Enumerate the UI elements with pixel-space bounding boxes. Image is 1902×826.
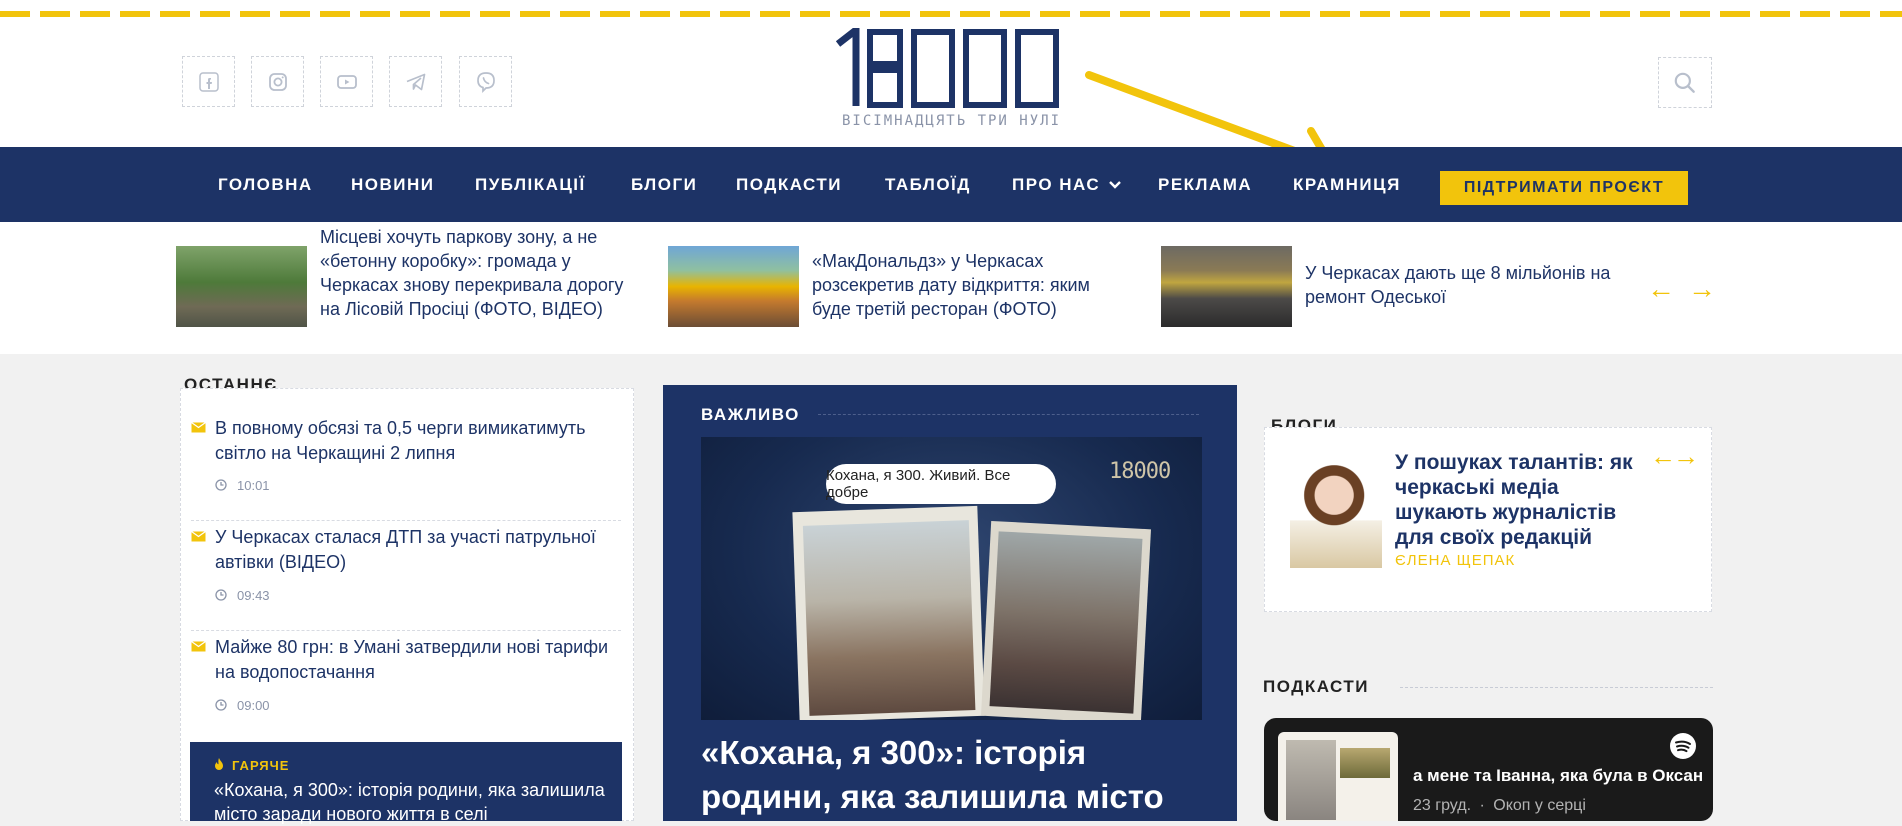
podcasts-heading: ПОДКАСТИ: [1263, 677, 1370, 696]
latest-item-title[interactable]: В повному обсязі та 0,5 черги вимикатиму…: [215, 416, 633, 466]
hot-news-card[interactable]: ГАРЯЧЕ «Кохана, я 300»: історія родини, …: [190, 742, 622, 824]
podcast-show: Окоп у серці: [1493, 797, 1586, 814]
facebook-icon[interactable]: [182, 56, 235, 107]
blog-nav-arrows-icon[interactable]: ←→: [1650, 441, 1699, 472]
podcast-player[interactable]: а мене та Іванна, яка була в Оксан 23 гр…: [1264, 718, 1713, 821]
clock-icon: [215, 699, 227, 711]
spotify-icon[interactable]: [1669, 732, 1697, 760]
flame-icon: [215, 758, 223, 770]
latest-item-time: 09:43: [237, 588, 270, 603]
ticker-image[interactable]: [1161, 246, 1292, 327]
photo-frame: [981, 520, 1151, 720]
nav-item-publications[interactable]: ПУБЛІКАЦІЇ: [475, 175, 586, 195]
author-avatar: [1290, 461, 1382, 568]
nav-item-tabloid[interactable]: ТАБЛОЇД: [885, 175, 971, 195]
ticker-item-title[interactable]: У Черкасах дають ще 8 мільйонів на ремон…: [1305, 261, 1645, 309]
blog-title[interactable]: У пошуках талантів: як черкаські медіа ш…: [1395, 450, 1640, 550]
clock-icon: [215, 589, 227, 601]
ticker-image[interactable]: [176, 246, 307, 327]
divider: [818, 414, 1199, 415]
featured-article-card[interactable]: ВАЖЛИВО Кохана, я 300. Живий. Все добре …: [663, 385, 1237, 821]
support-project-button[interactable]: ПІДТРИМАТИ ПРОЄКТ: [1440, 171, 1688, 205]
podcast-meta: 23 груд. · Окоп у серці: [1413, 797, 1586, 815]
image-speech-bubble: Кохана, я 300. Живий. Все добре: [826, 464, 1056, 504]
nav-item-shop[interactable]: КРАМНИЦЯ: [1293, 175, 1401, 195]
nav-item-podcasts[interactable]: ПОДКАСТИ: [736, 175, 842, 195]
site-logo[interactable]: [836, 28, 1070, 108]
nav-item-home[interactable]: ГОЛОВНА: [218, 175, 313, 195]
ticker-image[interactable]: [668, 246, 799, 327]
hot-news-title[interactable]: «Кохана, я 300»: історія родини, яка зал…: [214, 778, 634, 826]
ticker-prev-arrow-icon[interactable]: ←: [1647, 273, 1675, 305]
chevron-down-icon[interactable]: [1108, 180, 1122, 190]
latest-item-title[interactable]: Майже 80 грн: в Умані затвердили нові та…: [215, 635, 633, 685]
nav-item-advertising[interactable]: РЕКЛАМА: [1158, 175, 1252, 195]
latest-item-time: 09:00: [237, 698, 270, 713]
search-button[interactable]: [1658, 57, 1712, 108]
ticker-item-title[interactable]: Місцеві хочуть паркову зону, а не «бетон…: [320, 225, 640, 321]
photo-frame: [792, 505, 985, 720]
clock-icon: [215, 479, 227, 491]
envelope-icon: [191, 422, 206, 433]
featured-title[interactable]: «Кохана, я 300»: історія родини, яка зал…: [701, 731, 1221, 819]
viber-icon[interactable]: [459, 56, 512, 107]
podcast-cover: [1278, 732, 1398, 821]
hot-label: ГАРЯЧЕ: [232, 758, 290, 773]
divider: [191, 520, 621, 521]
latest-item-title[interactable]: У Черкасах сталася ДТП за участі патруль…: [215, 525, 633, 575]
featured-image[interactable]: Кохана, я 300. Живий. Все добре 18000: [701, 437, 1202, 720]
latest-item-time: 10:01: [237, 478, 270, 493]
search-icon: [1674, 72, 1695, 93]
telegram-icon[interactable]: [389, 56, 442, 107]
youtube-icon[interactable]: [320, 56, 373, 107]
featured-label: ВАЖЛИВО: [701, 405, 800, 424]
envelope-icon: [191, 531, 206, 542]
divider: [1400, 687, 1713, 688]
meta-separator: ·: [1479, 797, 1485, 814]
site-tagline: ВІСІМНАДЦЯТЬ ТРИ НУЛІ: [842, 113, 1062, 129]
ticker-next-arrow-icon[interactable]: →: [1688, 273, 1716, 305]
top-dashed-border: [0, 11, 1902, 17]
ticker-item-title[interactable]: «МакДональдз» у Черкасах розсекретив дат…: [812, 249, 1132, 321]
nav-item-news[interactable]: НОВИНИ: [351, 175, 435, 195]
nav-item-blogs[interactable]: БЛОГИ: [631, 175, 697, 195]
instagram-icon[interactable]: [251, 56, 304, 107]
podcast-episode-title[interactable]: а мене та Іванна, яка була в Оксан: [1413, 766, 1703, 786]
podcast-date: 23 груд.: [1413, 797, 1472, 814]
image-logo: 18000: [1109, 459, 1171, 484]
envelope-icon: [191, 641, 206, 652]
blog-author[interactable]: ЄЛЕНА ЩЕПАК: [1395, 552, 1515, 569]
divider: [191, 630, 621, 631]
blog-card[interactable]: У пошуках талантів: як черкаські медіа ш…: [1264, 427, 1712, 612]
nav-item-about[interactable]: ПРО НАС: [1012, 175, 1100, 195]
